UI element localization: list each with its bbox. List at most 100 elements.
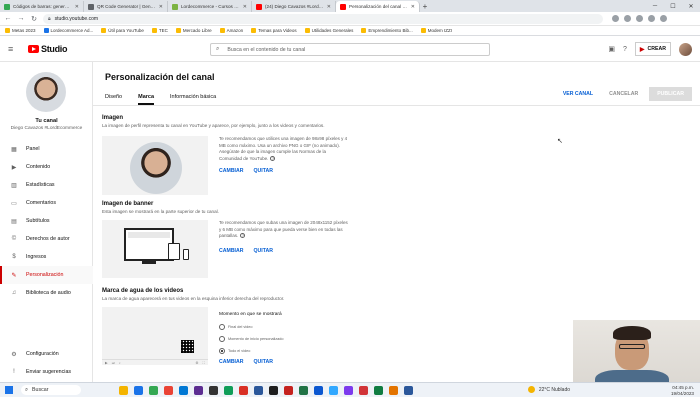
bookmark-item[interactable]: Emprendimiento Bib... — [361, 28, 413, 33]
browser-tab[interactable]: Personalización del canal - YouTu...✕ — [336, 1, 420, 12]
change-watermark-button[interactable]: CAMBIAR — [219, 359, 244, 365]
taskbar-app-icon[interactable] — [149, 385, 158, 395]
bookmark-item[interactable]: Utilidades Generales — [304, 28, 353, 33]
sidebar-item-dashboard[interactable]: ▦ Panel — [0, 140, 93, 158]
sidebar-item-comments[interactable]: ▭ Comentarios — [0, 194, 93, 212]
help-circle-icon[interactable]: ? — [240, 233, 246, 238]
extension-icon[interactable] — [648, 15, 655, 22]
taskbar-app-icon[interactable] — [299, 385, 308, 395]
remove-banner-button[interactable]: QUITAR — [254, 248, 274, 254]
browser-tab[interactable]: (24) Diego Cavazos #LordEcomm...✕ — [252, 1, 336, 12]
taskbar-app-icon[interactable] — [119, 385, 128, 395]
bookmark-item[interactable]: Lordecommerce Ad... — [43, 28, 93, 33]
watermark-display-option[interactable]: Momento de inicio personalizado — [219, 333, 284, 345]
reload-icon[interactable]: ↻ — [30, 15, 38, 23]
cancel-button[interactable]: CANCELAR — [604, 88, 643, 100]
tab-layout[interactable]: Diseño — [105, 89, 122, 105]
taskbar-app-icon[interactable] — [329, 385, 338, 395]
weather-widget[interactable]: 22°C Nublado — [527, 386, 570, 393]
minimize-icon[interactable]: ─ — [646, 0, 664, 12]
publish-button[interactable]: PUBLICAR — [649, 87, 692, 101]
bookmark-item[interactable]: Modem IZZI — [420, 28, 452, 33]
sidebar-item-subtitles[interactable]: ▤ Subtítulos — [0, 212, 93, 230]
search-input[interactable]: ⌕ Busca en el contenido de tu canal — [210, 43, 490, 56]
browser-tab[interactable]: Lordecommerce - Cursos para ap...✕ — [168, 1, 252, 12]
bookmark-item[interactable]: Mercado Libre — [175, 28, 212, 33]
radio-button[interactable] — [219, 348, 225, 354]
sidebar-item-content[interactable]: ▶ Contenido — [0, 158, 93, 176]
browser-tab[interactable]: Códigos de barras: generador en...✕ — [0, 1, 84, 12]
taskbar-app-icon[interactable] — [404, 385, 413, 395]
close-tab-icon[interactable]: ✕ — [159, 4, 163, 10]
extension-icon[interactable] — [636, 15, 643, 22]
sidebar-nav: ▦ Panel ▶ Contenido ▥ Estadísticas ▭ Comentario… — [0, 140, 93, 302]
sidebar-item-settings[interactable]: ⚙ Configuración — [0, 345, 93, 363]
help-circle-icon[interactable]: ? — [270, 155, 276, 161]
studio-logo[interactable]: Studio — [28, 44, 68, 54]
taskbar-app-icon[interactable] — [179, 385, 188, 395]
menu-icon[interactable]: ≡ — [8, 44, 20, 54]
bookmark-item[interactable]: Temas para Videos — [251, 28, 297, 33]
maximize-icon[interactable]: ☐ — [664, 0, 682, 12]
sidebar-item-customization[interactable]: ✎ Personalización — [0, 266, 93, 284]
extension-icon[interactable] — [660, 15, 667, 22]
bookmark-item[interactable]: Útil para YouTube — [101, 28, 144, 33]
taskbar-app-icon[interactable] — [314, 385, 323, 395]
taskbar-app-icon[interactable] — [269, 385, 278, 395]
sidebar-item-copyright[interactable]: © Derechos de autor — [0, 230, 93, 248]
extension-icon[interactable] — [624, 15, 631, 22]
taskbar-app-icon[interactable] — [389, 385, 398, 395]
messages-icon[interactable]: ▣ — [608, 45, 615, 53]
sidebar-item-earn[interactable]: $ Ingresos — [0, 248, 93, 266]
close-tab-icon[interactable]: ✕ — [411, 4, 415, 10]
tab-basic-info[interactable]: Información básica — [170, 89, 216, 105]
bookmark-item[interactable]: Metas 2023 — [5, 28, 36, 33]
taskbar-app-icon[interactable] — [284, 385, 293, 395]
windows-start-icon[interactable] — [5, 386, 13, 394]
sidebar-item-analytics[interactable]: ▥ Estadísticas — [0, 176, 93, 194]
taskbar-app-icon[interactable] — [194, 385, 203, 395]
url-input[interactable]: 🔒︎ studio.youtube.com — [43, 13, 603, 24]
bookmark-label: Metas 2023 — [12, 28, 36, 33]
back-icon[interactable]: ← — [4, 15, 12, 22]
taskbar-app-icon[interactable] — [209, 385, 218, 395]
create-button[interactable]: ▶ CREAR — [634, 42, 671, 56]
forward-icon[interactable]: → — [17, 15, 25, 22]
channel-avatar[interactable] — [26, 72, 66, 112]
bookmark-item[interactable]: TEC — [151, 28, 168, 33]
radio-button[interactable] — [219, 336, 225, 342]
search-placeholder: Busca en el contenido de tu canal — [227, 46, 306, 53]
system-clock[interactable]: 04:45 p.m. 19/04/2023 — [671, 385, 694, 396]
taskbar-app-icon[interactable] — [359, 385, 368, 395]
taskbar-app-icon[interactable] — [374, 385, 383, 395]
taskbar-app-icon[interactable] — [224, 385, 233, 395]
browser-tab[interactable]: QR Code Generator | Generador...✕ — [84, 1, 168, 12]
new-tab-button[interactable]: + — [420, 1, 430, 12]
remove-image-button[interactable]: QUITAR — [254, 168, 274, 174]
change-image-button[interactable]: CAMBIAR — [219, 168, 244, 174]
change-banner-button[interactable]: CAMBIAR — [219, 248, 244, 254]
taskbar-app-icon[interactable] — [254, 385, 263, 395]
account-avatar[interactable] — [679, 42, 692, 56]
remove-watermark-button[interactable]: QUITAR — [254, 359, 274, 365]
watermark-display-option[interactable]: Todo el video — [219, 345, 284, 357]
bookmark-item[interactable]: Amazon — [219, 28, 243, 33]
sidebar-item-feedback[interactable]: ! Enviar sugerencias — [0, 363, 93, 381]
taskbar-app-icon[interactable] — [344, 385, 353, 395]
taskbar-app-icon[interactable] — [164, 385, 173, 395]
close-tab-icon[interactable]: ✕ — [75, 4, 79, 10]
taskbar-search[interactable]: ⌕ Buscar — [21, 385, 81, 395]
tab-branding[interactable]: Marca — [138, 89, 154, 105]
extension-icon[interactable] — [612, 15, 619, 22]
tab-title: Personalización del canal - YouTu... — [349, 4, 408, 9]
sidebar-item-audio-library[interactable]: ♫ Biblioteca de audio — [0, 284, 93, 302]
radio-button[interactable] — [219, 324, 225, 330]
taskbar-app-icon[interactable] — [134, 385, 143, 395]
watermark-display-option[interactable]: Final del video — [219, 321, 284, 333]
help-icon[interactable]: ? — [623, 46, 627, 53]
close-tab-icon[interactable]: ✕ — [327, 4, 331, 10]
taskbar-app-icon[interactable] — [239, 385, 248, 395]
close-window-icon[interactable]: ✕ — [682, 0, 700, 12]
close-tab-icon[interactable]: ✕ — [243, 4, 247, 10]
view-channel-button[interactable]: VER CANAL — [558, 88, 598, 100]
